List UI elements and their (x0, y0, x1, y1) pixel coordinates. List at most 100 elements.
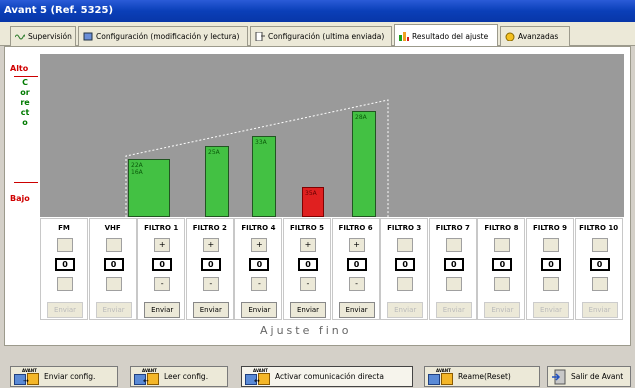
send-button[interactable]: Enviar (290, 302, 326, 318)
channel-value-field[interactable]: 0 (249, 258, 270, 271)
decrease-button[interactable]: - (202, 277, 219, 291)
increase-button[interactable]: + (251, 238, 268, 252)
channel-value-field[interactable]: 0 (443, 258, 464, 271)
decrease-button[interactable]: - (348, 277, 365, 291)
send-button[interactable]: Enviar (144, 302, 181, 318)
channel-value-field[interactable]: 0 (152, 258, 173, 271)
tab-label: Avanzadas (518, 32, 559, 41)
tab-configuracion-enviada[interactable]: Configuración (ultima enviada) (250, 26, 392, 46)
channel-value-field[interactable]: 0 (589, 258, 610, 271)
exit-button[interactable]: Salir de Avant (547, 366, 631, 387)
tab-configuracion[interactable]: Configuración (modificación y lectura) (78, 26, 248, 46)
channel-value-field[interactable]: 0 (541, 258, 561, 271)
channel-name: FILTRO 9 (532, 224, 568, 232)
tab-bar: Supervisión Configuración (modificación … (0, 22, 635, 47)
device-tag: AVANT (253, 367, 268, 373)
send-button[interactable]: Enviar (581, 302, 618, 318)
send-config-icon: AVANT → (14, 368, 40, 386)
send-button[interactable]: Enviar (435, 302, 472, 318)
tab-label: Supervisión (28, 32, 72, 41)
channel-value-field[interactable]: 0 (492, 258, 513, 271)
direct-comm-button[interactable]: AVANT ↔ Activar comunicación directa (241, 366, 413, 387)
decrease-button[interactable] (494, 277, 511, 291)
bar-value-label: 25A (208, 149, 220, 156)
bar-value-label: 33A (255, 139, 267, 146)
tab-avanzadas[interactable]: Avanzadas (500, 26, 570, 46)
channel-column: FILTRO 10 0 Enviar (574, 218, 623, 320)
channel-name: FILTRO 8 (484, 224, 519, 232)
increase-button[interactable] (397, 238, 414, 252)
channel-value-field[interactable]: 0 (200, 258, 221, 271)
read-config-icon: AVANT ← (134, 368, 160, 386)
send-config-button[interactable]: AVANT → Enviar config. (10, 366, 118, 387)
bar-value-label: 35A (305, 190, 317, 197)
channel-value-field[interactable]: 0 (55, 258, 75, 271)
channel-value-field[interactable]: 0 (298, 258, 318, 271)
channel-column: FILTRO 9 0 Enviar (526, 218, 574, 320)
channel-controls: FM 0 Enviar VHF 0 Enviar FILTRO 1 +0- Enviar FILT… (40, 218, 624, 320)
decrease-button[interactable]: - (251, 277, 268, 291)
level-high-label: Alto (10, 64, 29, 73)
increase-button[interactable]: + (300, 238, 316, 252)
channel-name: FILTRO 1 (144, 224, 179, 232)
channel-value-field[interactable]: 0 (346, 258, 367, 271)
decrease-button[interactable] (445, 277, 462, 291)
button-label: Enviar config. (44, 372, 96, 381)
tab-label: Configuración (ultima enviada) (268, 32, 385, 41)
send-button[interactable]: Enviar (338, 302, 375, 318)
channel-value-field[interactable]: 0 (395, 258, 416, 271)
decrease-button[interactable]: - (300, 277, 316, 291)
channel-name: FM (58, 224, 70, 232)
divider (14, 182, 38, 183)
channel-name: FILTRO 4 (241, 224, 276, 232)
device-tag: AVANT (436, 367, 451, 373)
send-button[interactable]: Enviar (533, 302, 569, 318)
level-bar: 35A (302, 187, 324, 217)
channel-value-field[interactable]: 0 (103, 258, 124, 271)
increase-button[interactable] (105, 238, 122, 252)
read-config-button[interactable]: AVANT ← Leer config. (130, 366, 228, 387)
send-button[interactable]: Enviar (387, 302, 424, 318)
config-icon (83, 32, 93, 41)
channel-column: FILTRO 5 +0 - Enviar (283, 218, 331, 320)
decrease-button[interactable] (591, 277, 608, 291)
level-scale: Alto Correcto Bajo (8, 54, 40, 244)
direct-comm-icon: AVANT ↔ (245, 368, 271, 386)
tab-resultado-ajuste[interactable]: Resultado del ajuste (394, 24, 498, 47)
increase-button[interactable]: + (154, 238, 171, 252)
bottom-toolbar: AVANT → Enviar config. AVANT ← Leer config. AV… (0, 366, 635, 387)
bar-value-label: 28A (355, 114, 367, 121)
decrease-button[interactable] (57, 277, 73, 291)
increase-button[interactable] (57, 238, 73, 252)
fine-tune-label: Ajuste fino (260, 324, 352, 337)
level-bar: 28A (352, 111, 376, 217)
advanced-icon (505, 32, 515, 42)
decrease-button[interactable] (397, 277, 414, 291)
reset-button[interactable]: AVANT Reame(Reset) (424, 366, 540, 387)
increase-button[interactable] (543, 238, 559, 252)
decrease-button[interactable] (105, 277, 122, 291)
decrease-button[interactable]: - (154, 277, 171, 291)
send-button[interactable]: Enviar (192, 302, 229, 318)
send-button[interactable]: Enviar (47, 302, 83, 318)
decrease-button[interactable] (543, 277, 559, 291)
send-button[interactable]: Enviar (241, 302, 278, 318)
tab-supervision[interactable]: Supervisión (10, 26, 76, 46)
channel-name: FILTRO 7 (435, 224, 470, 232)
send-button[interactable]: Enviar (484, 302, 521, 318)
increase-button[interactable] (445, 238, 462, 252)
tab-label: Resultado del ajuste (412, 31, 489, 41)
button-label: Salir de Avant (571, 372, 624, 381)
device-tag: AVANT (142, 367, 157, 373)
increase-button[interactable]: + (348, 238, 365, 252)
channel-name: FILTRO 5 (289, 224, 325, 232)
increase-button[interactable]: + (202, 238, 219, 252)
button-label: Leer config. (164, 372, 209, 381)
channel-column: FILTRO 3 0 Enviar (380, 218, 429, 320)
channel-name: FILTRO 10 (579, 224, 619, 232)
level-correct-label: Correcto (20, 78, 30, 127)
increase-button[interactable] (591, 238, 608, 252)
adjustment-chart: 22A 16A 25A 33A 35A 28A (40, 54, 624, 217)
send-button[interactable]: Enviar (95, 302, 132, 318)
increase-button[interactable] (494, 238, 511, 252)
